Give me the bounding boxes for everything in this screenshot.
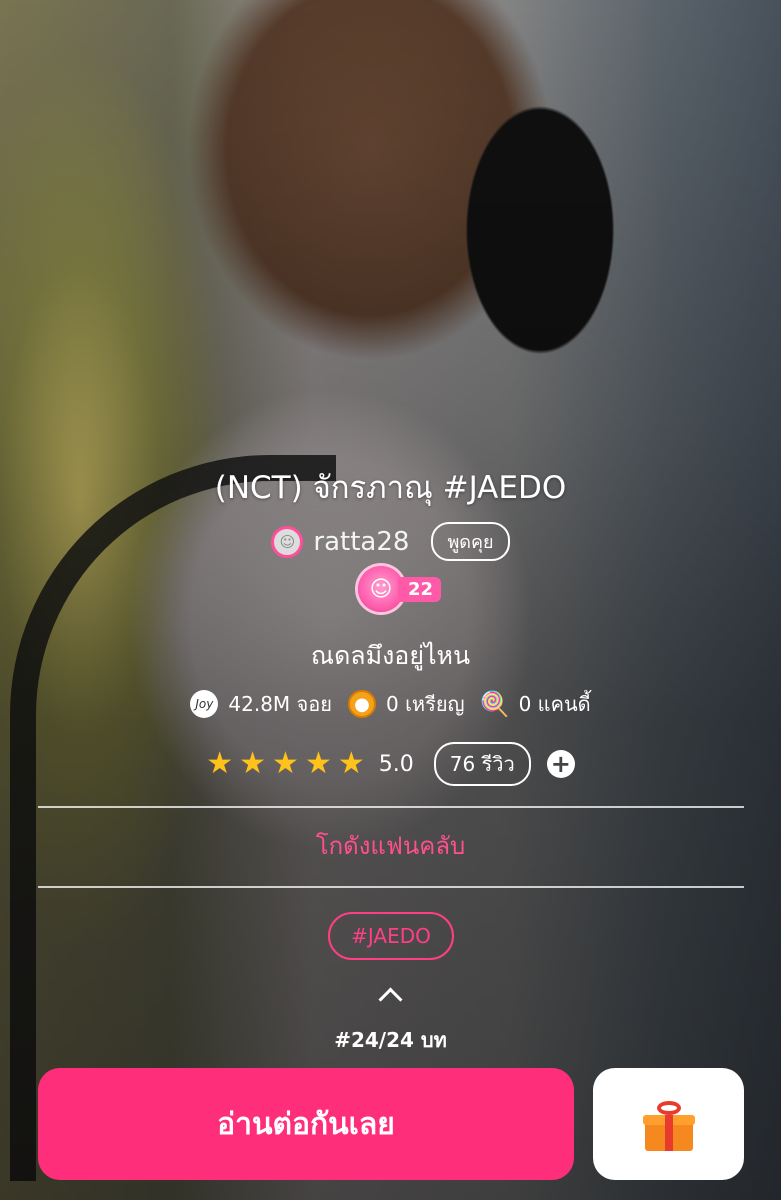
candy-count: 0 แคนดี้ xyxy=(518,692,591,716)
star-icon: ★ xyxy=(272,746,299,781)
level-number: 22 xyxy=(398,576,442,602)
story-tagline: ณดลมึงอยู่ไหน xyxy=(310,641,471,670)
coin-icon: ● xyxy=(347,690,376,718)
candy-icon: 🍭 xyxy=(479,690,510,718)
level-badge: ☺ 22 xyxy=(358,566,442,612)
author-name[interactable]: ratta28 xyxy=(313,527,409,557)
story-info: (NCT) จักรภาณุ #JAEDO ☺ ratta28 พูดคุย ☺… xyxy=(0,0,781,1200)
coin-stat: ● 0 เหรียญ xyxy=(347,688,465,720)
divider xyxy=(38,806,744,808)
rating-score: 5.0 xyxy=(378,751,414,777)
joy-count: 42.8M จอย xyxy=(228,692,332,716)
story-title: (NCT) จักรภาณุ #JAEDO xyxy=(214,470,567,506)
gift-button[interactable] xyxy=(593,1068,744,1180)
hashtag-tag[interactable]: #JAEDO xyxy=(328,912,454,960)
star-icon: ★ xyxy=(337,746,365,781)
rating-row: ★ ★ ★ ★ ★ 5.0 76 รีวิว + xyxy=(0,742,781,786)
add-review-icon[interactable]: + xyxy=(546,750,575,778)
chevron-up-icon[interactable] xyxy=(375,984,405,1012)
joy-icon: Joy xyxy=(190,690,219,718)
gift-icon xyxy=(642,1101,695,1151)
fanclub-link[interactable]: โกดังแฟนคลับ xyxy=(0,826,781,865)
chapter-count: #24/24 บท xyxy=(334,1028,447,1052)
avatar[interactable]: ☺ xyxy=(271,525,304,558)
star-icon: ★ xyxy=(239,746,267,781)
stats-row: Joy 42.8M จอย ● 0 เหรียญ 🍭 0 แคนดี้ xyxy=(0,688,781,720)
continue-reading-button[interactable]: อ่านต่อกันเลย xyxy=(38,1068,574,1180)
author-row: ☺ ratta28 พูดคุย xyxy=(0,522,781,561)
candy-stat: 🍭 0 แคนดี้ xyxy=(479,688,591,720)
joy-stat: Joy 42.8M จอย xyxy=(190,688,332,720)
divider xyxy=(38,886,744,888)
chat-button[interactable]: พูดคุย xyxy=(431,522,510,561)
star-icon: ★ xyxy=(304,746,332,781)
star-icon: ★ xyxy=(206,746,234,781)
reviews-button[interactable]: 76 รีวิว xyxy=(433,742,531,786)
coin-count: 0 เหรียญ xyxy=(385,692,465,716)
